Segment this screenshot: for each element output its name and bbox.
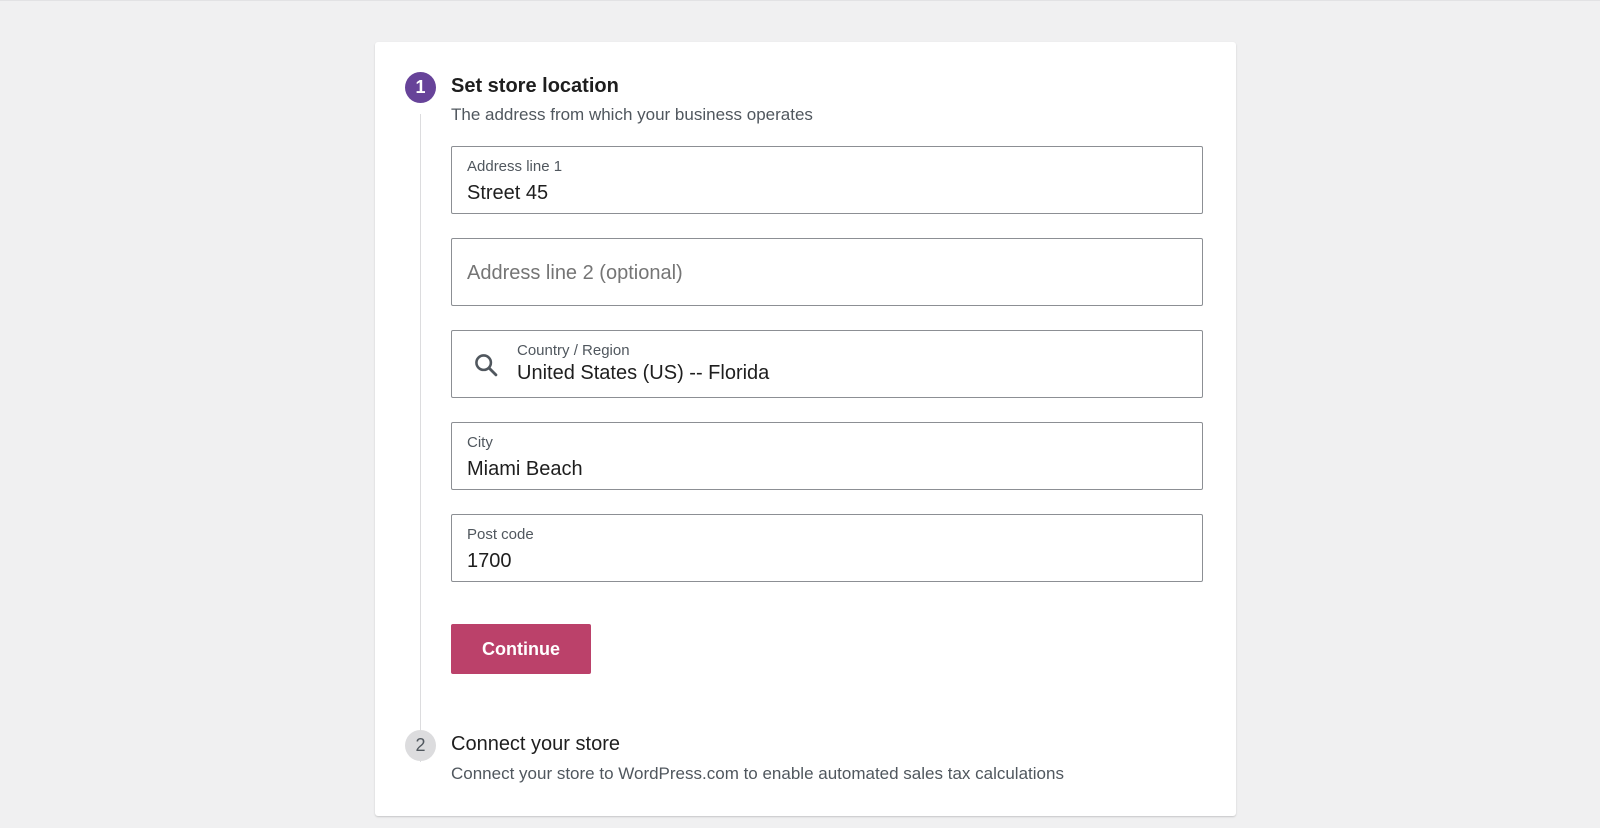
city-field[interactable]: City Miami Beach <box>451 422 1203 490</box>
search-icon <box>475 354 498 377</box>
address-line-2-field[interactable]: Address line 2 (optional) <box>451 238 1203 306</box>
address-line-2-placeholder: Address line 2 (optional) <box>467 262 683 284</box>
post-code-field[interactable]: Post code 1700 <box>451 514 1203 582</box>
step-1-description: The address from which your business ope… <box>451 105 813 124</box>
setup-card: 1 Set store location The address from wh… <box>375 42 1236 816</box>
stepper-line <box>420 114 421 762</box>
step-2-title: Connect your store <box>451 733 620 755</box>
post-code-value[interactable]: 1700 <box>467 550 512 573</box>
address-line-1-field[interactable]: Address line 1 Street 45 <box>451 146 1203 214</box>
country-region-label: Country / Region <box>517 342 630 359</box>
step-2-indicator: 2 <box>405 730 436 761</box>
step-1-number: 1 <box>415 77 426 97</box>
country-region-field[interactable]: Country / Region United States (US) -- F… <box>451 330 1203 398</box>
continue-button[interactable]: Continue <box>451 624 591 674</box>
step-2-description: Connect your store to WordPress.com to e… <box>451 764 1064 783</box>
top-divider <box>0 0 1600 1</box>
post-code-label: Post code <box>467 526 534 543</box>
address-line-1-value[interactable]: Street 45 <box>467 182 548 205</box>
country-region-value[interactable]: United States (US) -- Florida <box>517 362 769 385</box>
address-line-1-label: Address line 1 <box>467 158 563 175</box>
step-2-number: 2 <box>415 735 426 755</box>
step-1-title: Set store location <box>451 75 619 97</box>
city-value[interactable]: Miami Beach <box>467 458 583 481</box>
city-label: City <box>467 434 493 451</box>
step-1-indicator: 1 <box>405 72 436 103</box>
